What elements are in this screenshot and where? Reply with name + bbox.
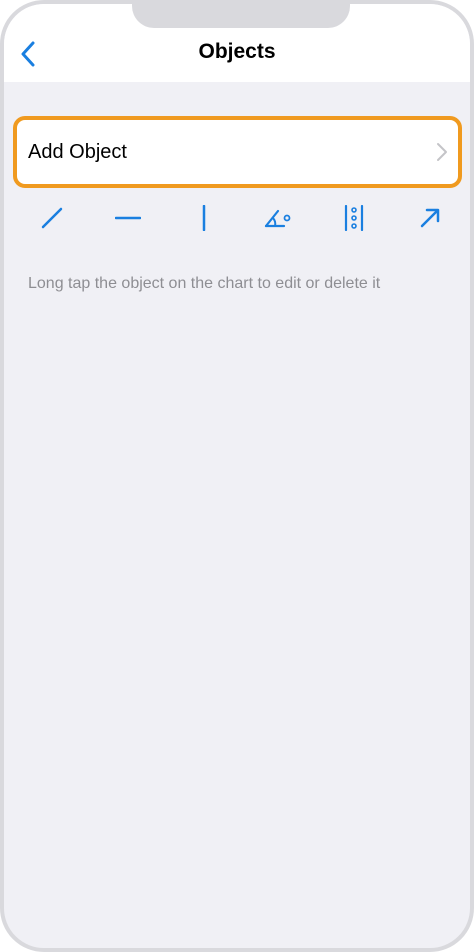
angle-icon — [264, 209, 291, 228]
tool-equidistant-channel[interactable] — [334, 198, 374, 238]
tool-vertical-line[interactable] — [184, 198, 224, 238]
chevron-right-icon — [437, 143, 447, 161]
add-object-row[interactable]: Add Object — [21, 124, 454, 180]
page-title: Objects — [198, 40, 276, 63]
object-toolbar — [14, 198, 468, 238]
horizontal-line-icon — [115, 216, 141, 220]
phone-frame: Objects Add Object Long tap the object o… — [0, 0, 474, 952]
vertical-line-icon — [202, 205, 206, 231]
add-object-highlight: Add Object — [13, 116, 462, 188]
tool-horizontal-line[interactable] — [108, 198, 148, 238]
tool-angle[interactable] — [258, 198, 298, 238]
add-object-label: Add Object — [28, 140, 127, 163]
tool-trendline[interactable] — [32, 198, 72, 238]
hint-text: Long tap the object on the chart to edit… — [28, 275, 381, 292]
device-notch — [132, 4, 350, 28]
arrow-icon — [420, 208, 440, 228]
equidistant-channel-icon — [344, 205, 364, 231]
trendline-icon — [41, 207, 63, 229]
tool-arrow[interactable] — [410, 198, 450, 238]
